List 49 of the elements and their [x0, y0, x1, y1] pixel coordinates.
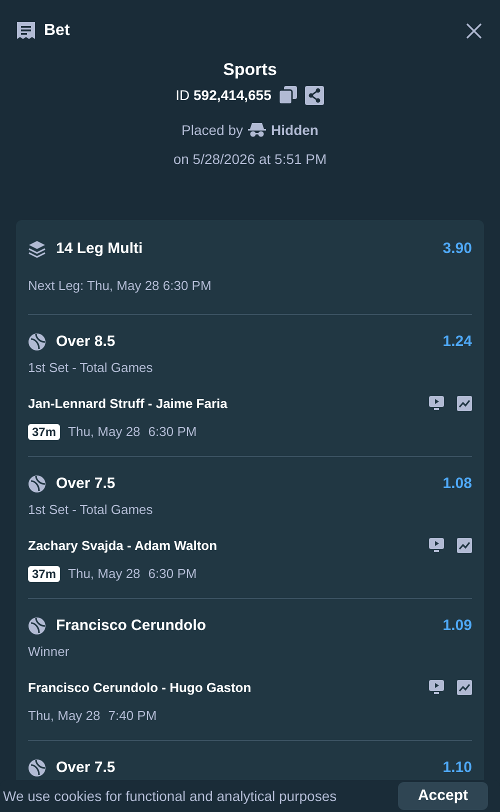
placed-by-label: Placed by: [182, 120, 244, 140]
incognito-icon: [248, 123, 266, 137]
dialog-title: Bet: [44, 21, 70, 41]
live-time-badge: 37m: [28, 424, 60, 440]
next-leg-time: Next Leg: Thu, May 28 6:30 PM: [28, 277, 212, 295]
tennis-ball-icon: [28, 758, 46, 777]
chart-icon[interactable]: [457, 538, 472, 553]
event-date: Thu, May 28: [28, 707, 100, 725]
tv-icon[interactable]: [429, 538, 444, 552]
chart-icon[interactable]: [457, 396, 472, 411]
selection-odds: 1.10: [442, 758, 472, 778]
close-button[interactable]: [464, 21, 484, 41]
tennis-ball-icon: [28, 616, 46, 635]
tennis-ball-icon: [28, 332, 46, 351]
user-name: Hidden: [271, 120, 318, 140]
match-name[interactable]: Francisco Cerundolo - Hugo Gaston: [28, 678, 252, 697]
match-name[interactable]: Jan-Lennard Struff - Jaime Faria: [28, 394, 228, 413]
multi-title: 14 Leg Multi: [56, 238, 143, 258]
live-time-badge: 37m: [28, 566, 60, 582]
event-date: Thu, May 28: [68, 565, 140, 583]
selection-name: Francisco Cerundolo: [56, 616, 206, 636]
event-time: 7:40 PM: [108, 707, 157, 725]
market-name: Winner: [28, 643, 70, 661]
match-name[interactable]: Zachary Svajda - Adam Walton: [28, 536, 218, 555]
cookie-message: We use cookies for functional and analytical purposes: [3, 786, 337, 806]
placed-date: on 5/28/2026 at 5:51 PM: [173, 150, 327, 168]
copy-icon[interactable]: [279, 86, 298, 104]
selection-name: Over 8.5: [56, 332, 116, 352]
event-date: Thu, May 28: [68, 423, 140, 441]
tennis-ball-icon: [28, 474, 46, 493]
market-name: 1st Set - Total Games: [28, 501, 154, 519]
selection-name: Over 7.5: [56, 758, 116, 778]
accept-button[interactable]: Accept: [398, 782, 488, 810]
bet-id: ID 592,414,655: [176, 86, 272, 104]
selection-odds: 1.24: [442, 332, 472, 352]
event-time: 6:30 PM: [148, 565, 197, 583]
selection-odds: 1.09: [442, 616, 472, 636]
multi-odds: 3.90: [442, 238, 472, 258]
layers-icon: [28, 240, 46, 258]
market-name: 1st Set - Total Games: [28, 359, 154, 377]
receipt-icon: [16, 21, 36, 41]
share-icon[interactable]: [305, 86, 324, 104]
chart-icon[interactable]: [457, 680, 472, 695]
event-time: 6:30 PM: [148, 423, 197, 441]
tv-icon[interactable]: [429, 680, 444, 694]
bet-category: Sports: [223, 59, 277, 81]
selection-odds: 1.08: [442, 474, 472, 494]
tv-icon[interactable]: [429, 396, 444, 410]
selection-name: Over 7.5: [56, 474, 116, 494]
